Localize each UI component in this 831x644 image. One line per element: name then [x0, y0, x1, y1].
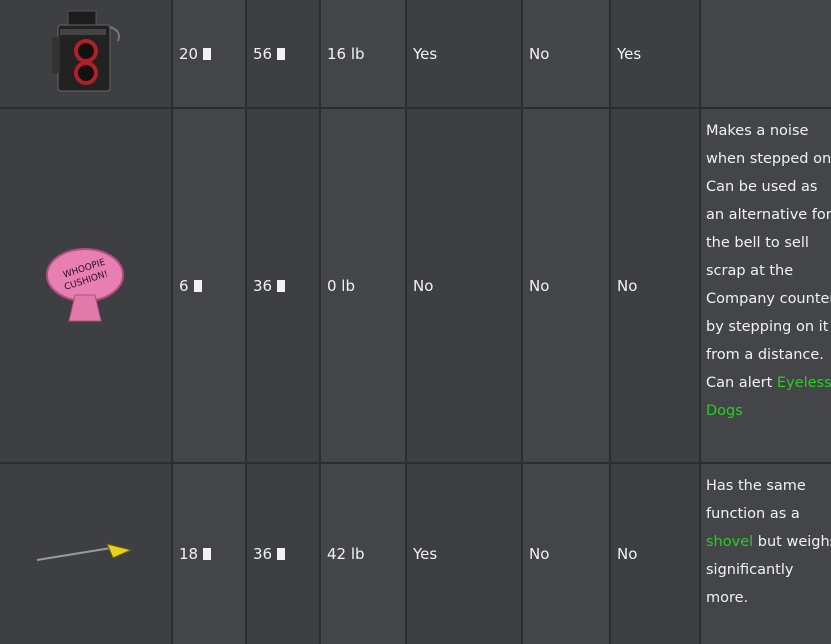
table-cell-item-image [0, 0, 171, 107]
col6-text: No [529, 44, 550, 63]
col7-text: No [617, 545, 638, 563]
boombox-icon [46, 7, 126, 101]
table-cell-col6: No [523, 0, 609, 107]
credit-icon [277, 548, 286, 560]
table-cell-col7: Yes [611, 0, 699, 107]
value-min-text: 20 [179, 44, 199, 63]
credit-icon [277, 279, 286, 292]
value-min-text: 6 [179, 276, 189, 295]
col7-text: No [617, 276, 638, 295]
description-text: Has the same function as a shovel but we… [706, 472, 831, 612]
weight-text: 0 lb [327, 276, 356, 295]
col5-text: Yes [413, 44, 438, 63]
table-cell-col7: No [611, 109, 699, 462]
credit-icon [203, 548, 212, 560]
yield-sign-icon [31, 532, 141, 576]
value-max-text: 36 [253, 545, 273, 563]
table-cell-value-max: 36 [247, 109, 319, 462]
table-cell-col5: Yes [407, 0, 521, 107]
whoopie-cushion-icon: WHOOPIE CUSHION! [41, 239, 131, 333]
table-cell-col6: No [523, 109, 609, 462]
description-line: Makes a noise when stepped on [706, 123, 831, 167]
item-table: 20 56 16 lb Yes No Yes WHOOPIE CUSHION! … [0, 0, 831, 644]
table-cell-value-max: 36 [247, 464, 319, 644]
col7-text: Yes [617, 44, 642, 63]
table-cell-item-image: WHOOPIE CUSHION! [0, 109, 171, 462]
shovel-link[interactable]: shovel [706, 534, 753, 550]
description-line: Has the same function as a [706, 478, 806, 522]
description-text: Makes a noise when stepped on Can be use… [706, 117, 831, 425]
col5-text: Yes [413, 545, 438, 563]
table-cell-value-max: 56 [247, 0, 319, 107]
credit-icon [193, 279, 202, 292]
table-cell-value-min: 20 [173, 0, 245, 107]
table-cell-item-image [0, 464, 171, 644]
table-cell-value-min: 6 [173, 109, 245, 462]
credit-icon [277, 47, 286, 60]
table-cell-weight: 0 lb [321, 109, 405, 462]
credit-icon [203, 47, 212, 60]
value-max-text: 36 [253, 276, 273, 295]
table-cell-weight: 16 lb [321, 0, 405, 107]
col5-text: No [413, 276, 434, 295]
description-line: Can be used as an alternative for the be… [706, 179, 831, 363]
table-cell-description: Makes a noise when stepped on Can be use… [701, 109, 831, 462]
description-line: Can alert [706, 375, 773, 391]
table-cell-description [701, 0, 831, 107]
value-max-text: 56 [253, 44, 273, 63]
col6-text: No [529, 545, 550, 563]
table-cell-col5: Yes [407, 464, 521, 644]
weight-text: 42 lb [327, 545, 365, 563]
value-min-text: 18 [179, 545, 199, 563]
table-cell-col6: No [523, 464, 609, 644]
weight-text: 16 lb [327, 44, 365, 63]
table-cell-value-min: 18 [173, 464, 245, 644]
col6-text: No [529, 276, 550, 295]
table-cell-weight: 42 lb [321, 464, 405, 644]
table-cell-col7: No [611, 464, 699, 644]
table-cell-col5: No [407, 109, 521, 462]
table-cell-description: Has the same function as a shovel but we… [701, 464, 831, 644]
